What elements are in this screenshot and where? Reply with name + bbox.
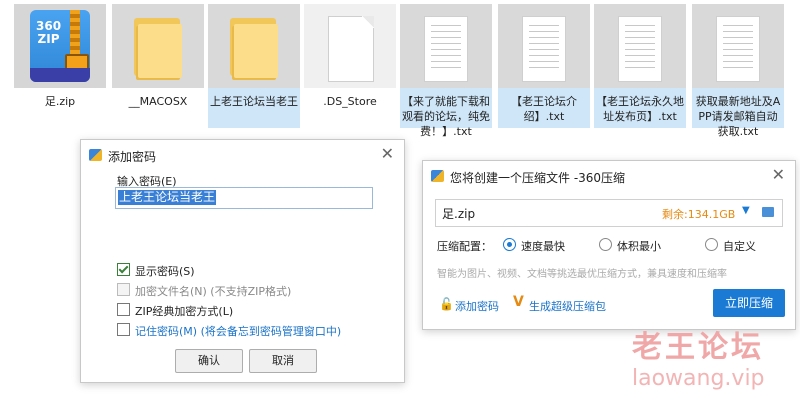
encrypt-filename-label: 加密文件名(N) (不支持ZIP格式) [135, 285, 292, 298]
file-item-txt-4[interactable]: 获取最新地址及APP请发邮箱自动获取.txt [692, 4, 784, 138]
text-file-icon [618, 16, 662, 82]
browse-folder-icon[interactable] [762, 207, 774, 217]
output-filename-field[interactable]: 足.zip 剩余:134.1GB ▼ [435, 199, 783, 227]
text-file-icon [716, 16, 760, 82]
compress-config-label: 压缩配置： [437, 240, 492, 253]
compress-dialog: 您将创建一个压缩文件 -360压缩 ✕ 足.zip 剩余:134.1GB ▼ 压… [422, 160, 796, 330]
dialog-title: 您将创建一个压缩文件 -360压缩 [450, 171, 626, 185]
mode-custom-radio[interactable] [705, 238, 718, 251]
show-password-label: 显示密码(S) [135, 265, 195, 278]
file-name: 获取最新地址及APP请发邮箱自动获取.txt [695, 95, 781, 138]
add-password-link[interactable]: 添加密码 [455, 298, 499, 314]
dialog-titlebar: 您将创建一个压缩文件 -360压缩 ✕ [423, 161, 795, 191]
compress-hint: 智能为图片、视频、文档等挑选最优压缩方式，兼具速度和压缩率 [437, 269, 727, 280]
file-name: __MACOSX [128, 95, 188, 108]
password-value: 上老王论坛当老王 [118, 190, 217, 205]
zip-archive-icon: 360 ZIP [30, 10, 90, 82]
output-filename: 足.zip [442, 207, 476, 221]
watermark-text: 老王论坛 [632, 330, 764, 365]
app-icon [89, 149, 102, 161]
password-dialog: 添加密码 ✕ 输入密码(E) 上老王论坛当老王 显示密码(S) 加密文件名(N)… [80, 139, 405, 383]
file-item-txt-2[interactable]: 【老王论坛介绍】.txt [498, 4, 590, 128]
text-file-icon [424, 16, 468, 82]
mode-smallest-label: 体积最小 [617, 240, 661, 253]
zip-classic-encryption-label: ZIP经典加密方式(L) [135, 305, 234, 318]
confirm-button[interactable]: 确认 [175, 349, 243, 373]
text-file-icon [522, 16, 566, 82]
zip-classic-encryption-checkbox[interactable] [117, 303, 130, 316]
file-name: 【来了就能下载和观看的论坛，纯免费！】.txt [402, 95, 490, 138]
file-name: 上老王论坛当老王 [210, 95, 298, 108]
file-item-folder-laowang[interactable]: 上老王论坛当老王 [208, 4, 300, 128]
file-item-macosx[interactable]: __MACOSX [112, 4, 204, 128]
cancel-button[interactable]: 取消 [249, 349, 317, 373]
zip-badge-text: 360 ZIP [36, 19, 62, 46]
password-input[interactable]: 上老王论坛当老王 [115, 187, 373, 209]
file-item-txt-3[interactable]: 【老王论坛永久地址发布页】.txt [594, 4, 686, 128]
mode-fastest-label: 速度最快 [521, 240, 565, 253]
close-icon[interactable]: ✕ [772, 167, 785, 183]
dialog-title: 添加密码 [108, 150, 157, 164]
mode-custom-label: 自定义 [723, 240, 756, 253]
mode-fastest-radio[interactable] [503, 238, 516, 251]
super-pack-icon: V [513, 294, 524, 310]
remaining-space: 剩余:134.1GB [662, 208, 736, 221]
remember-password-text: 记住密码(M) [135, 325, 198, 338]
super-pack-link[interactable]: 生成超级压缩包 [529, 298, 606, 314]
close-icon[interactable]: ✕ [381, 146, 394, 162]
remember-password-label: 记住密码(M) (将会备忘到密码管理窗口中) [135, 323, 341, 339]
file-name: 足.zip [44, 95, 76, 108]
file-name: 【老王论坛永久地址发布页】.txt [596, 95, 684, 123]
file-name: 【老王论坛介绍】.txt [511, 95, 577, 123]
watermark-url: laowang.vip [632, 366, 765, 391]
file-item-ds-store[interactable]: .DS_Store [304, 4, 396, 128]
remember-password-checkbox[interactable] [117, 323, 130, 336]
file-icon [328, 16, 374, 82]
mode-smallest-radio[interactable] [599, 238, 612, 251]
app-icon [431, 170, 444, 182]
compress-now-button[interactable]: 立即压缩 [713, 289, 785, 317]
remember-password-hint: (将会备忘到密码管理窗口中) [200, 325, 342, 338]
show-password-checkbox[interactable] [117, 263, 130, 276]
encrypt-filename-checkbox[interactable] [117, 283, 130, 296]
file-item-zip[interactable]: 360 ZIP 足.zip [14, 4, 106, 128]
file-name: .DS_Store [323, 95, 377, 108]
file-item-txt-1[interactable]: 【来了就能下载和观看的论坛，纯免费！】.txt [400, 4, 492, 138]
lock-icon: 🔓 [439, 297, 454, 311]
dialog-titlebar: 添加密码 ✕ [81, 140, 404, 170]
dropdown-arrow-icon[interactable]: ▼ [742, 205, 750, 216]
